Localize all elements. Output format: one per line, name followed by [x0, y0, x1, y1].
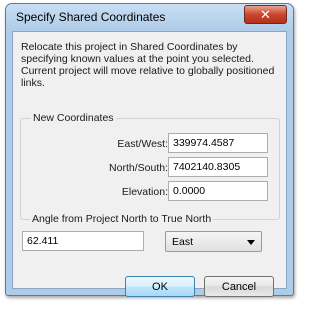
close-button[interactable]: ✕ — [244, 5, 287, 24]
cancel-button-label: Cancel — [221, 280, 257, 293]
ok-button[interactable]: OK — [125, 276, 195, 297]
chevron-down-icon — [247, 240, 255, 245]
dialog-window: Specify Shared Coordinates ✕ Relocate th… — [5, 3, 294, 297]
ok-button-label: OK — [152, 280, 168, 293]
title-bar[interactable]: Specify Shared Coordinates ✕ — [6, 4, 293, 31]
direction-value: East — [172, 236, 194, 248]
dialog-body: Relocate this project in Shared Coordina… — [12, 31, 287, 297]
close-icon: ✕ — [260, 6, 271, 22]
new-coordinates-group: New Coordinates East/West: North/South: … — [20, 112, 280, 220]
description-text: Relocate this project in Shared Coordina… — [21, 41, 275, 89]
elevation-field[interactable] — [168, 181, 268, 201]
angle-group: Angle from Project North to True North E… — [20, 213, 280, 262]
north-south-field[interactable] — [168, 157, 268, 177]
elevation-label: Elevation: — [121, 186, 168, 198]
angle-field[interactable] — [22, 231, 144, 251]
angle-legend: Angle from Project North to True North — [30, 213, 214, 225]
new-coordinates-legend: New Coordinates — [31, 112, 116, 124]
east-west-label: East/West: — [117, 138, 168, 150]
cancel-button[interactable]: Cancel — [204, 276, 274, 297]
east-west-field[interactable] — [168, 133, 268, 153]
direction-select[interactable]: East — [165, 231, 262, 252]
dialog-title: Specify Shared Coordinates — [16, 10, 166, 24]
north-south-label: North/South: — [109, 162, 168, 174]
